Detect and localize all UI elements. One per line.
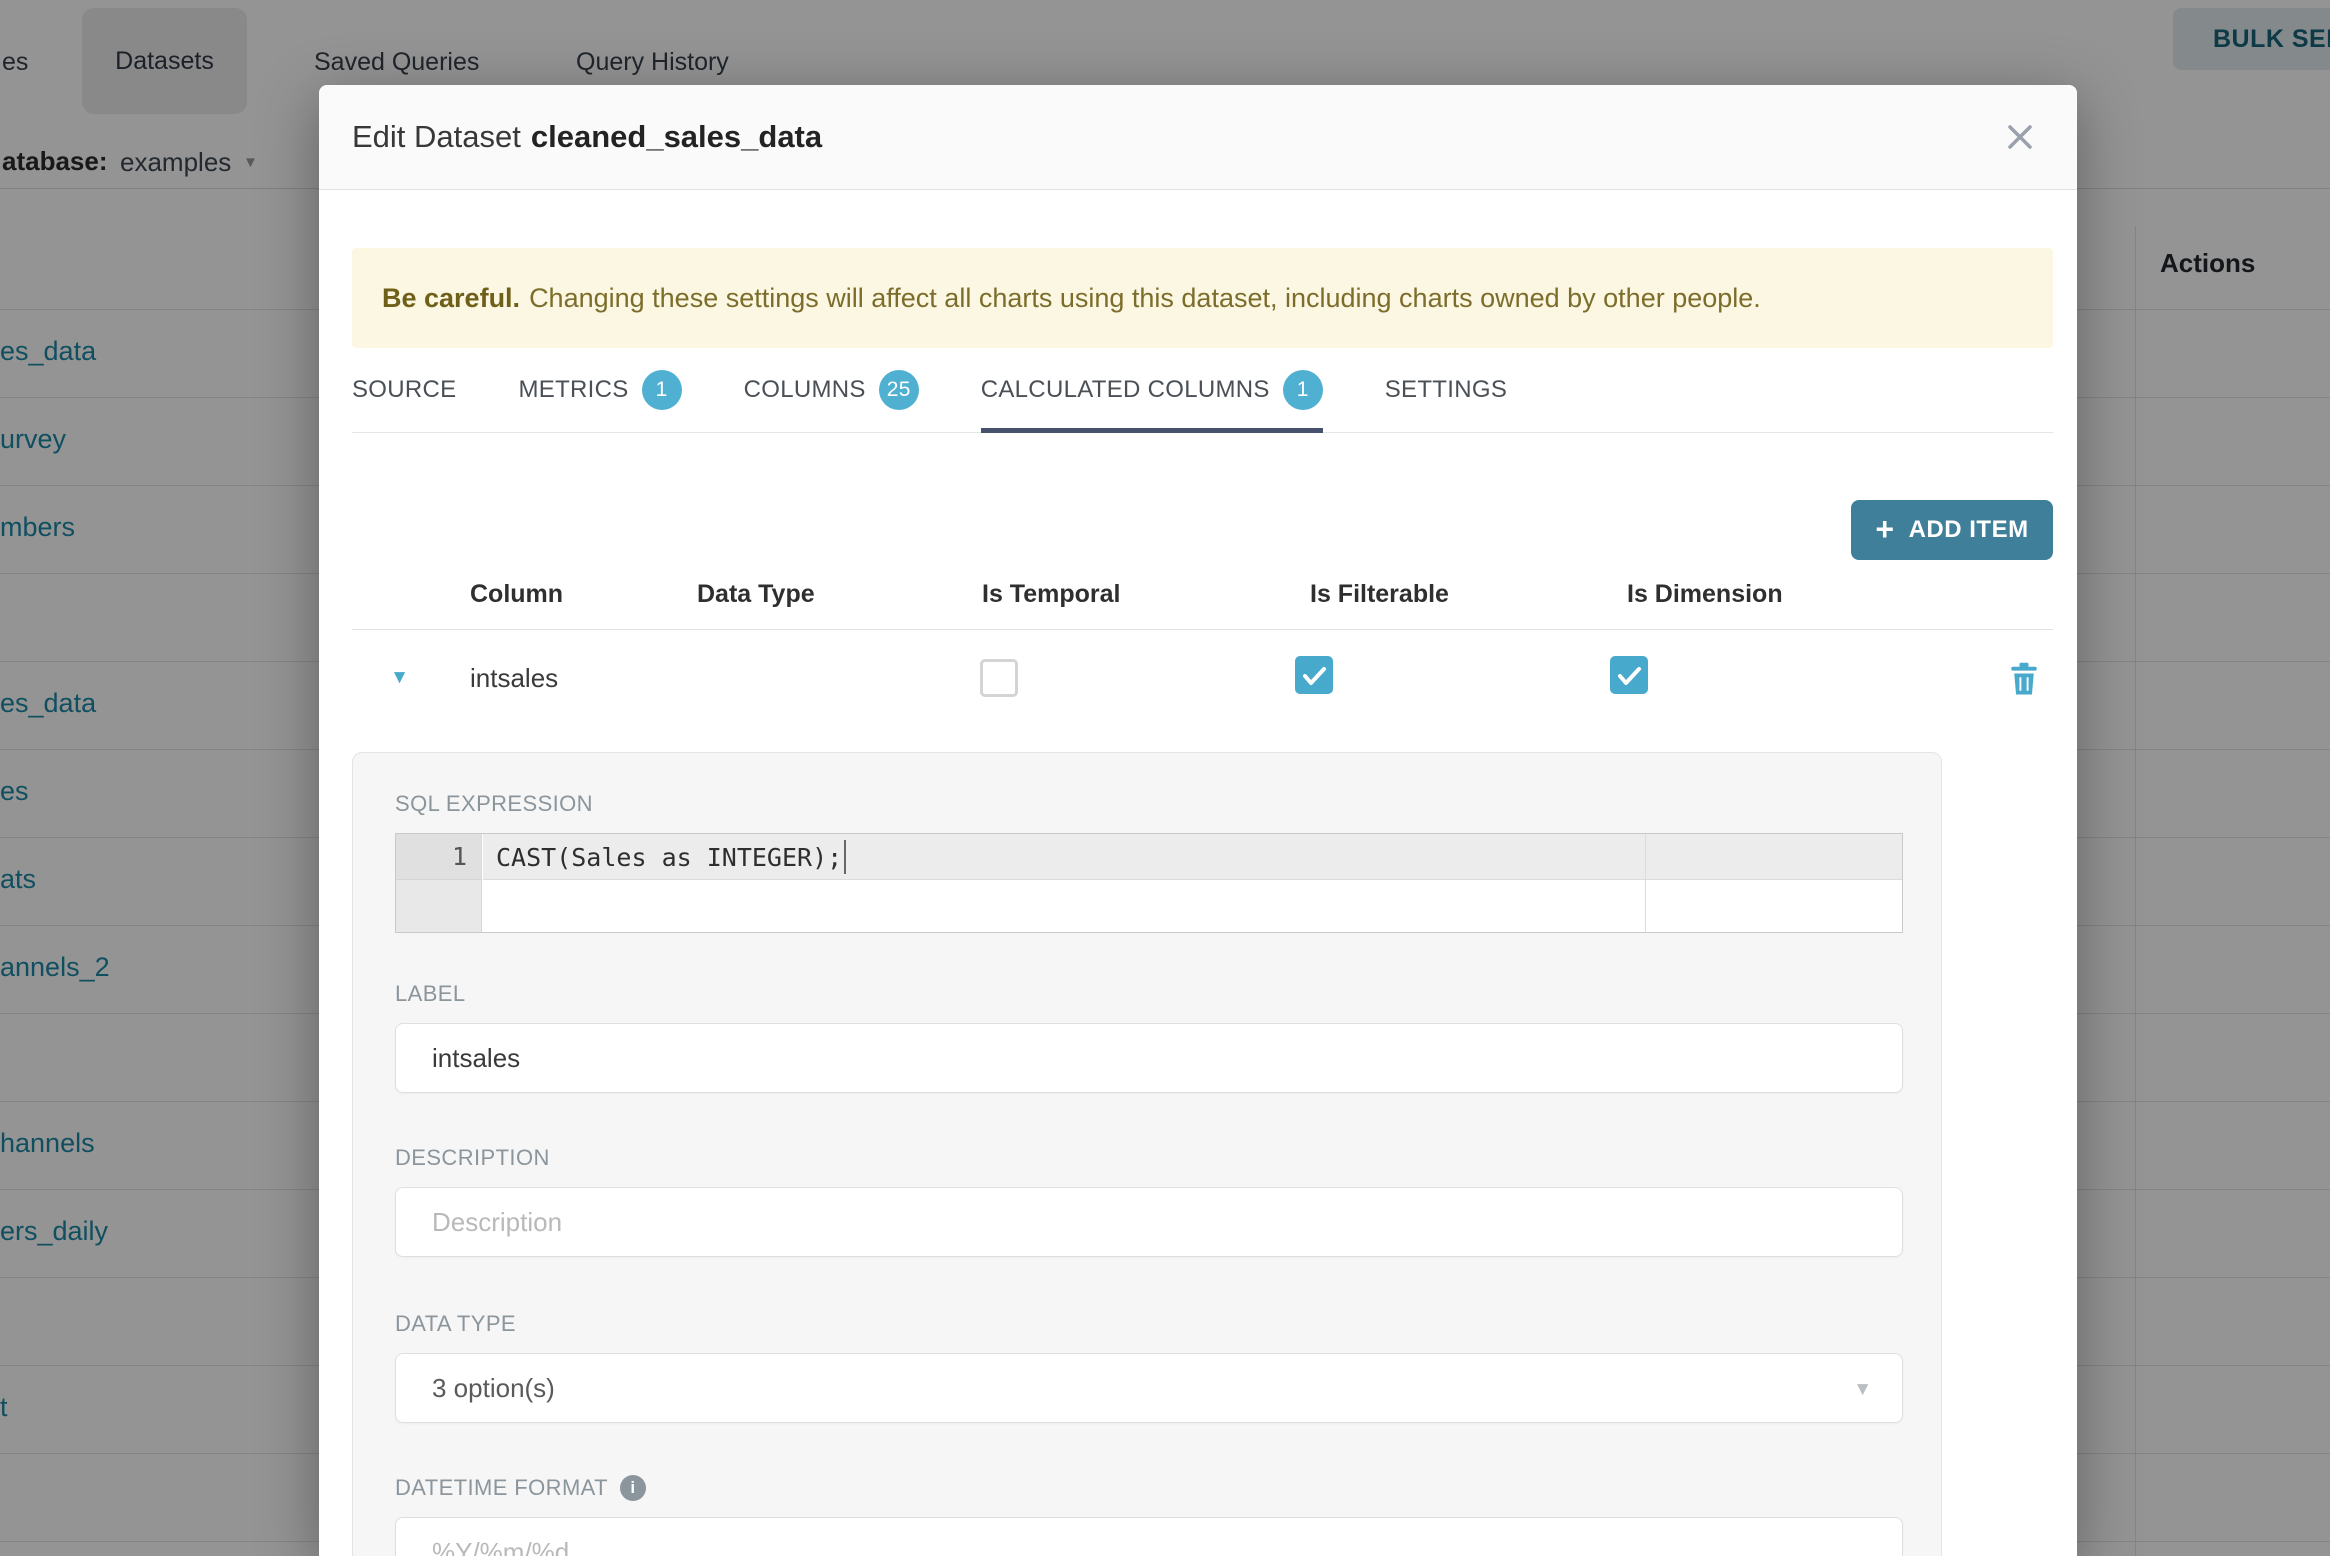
- editor-print-margin: [1645, 834, 1646, 932]
- header-is-dimension: Is Dimension: [1627, 580, 1783, 608]
- warning-bold: Be careful.: [382, 282, 521, 313]
- header-column: Column: [470, 580, 564, 608]
- line-number: 1: [396, 834, 481, 880]
- chevron-down-icon: ▼: [1853, 1379, 1872, 1400]
- tab-columns[interactable]: COLUMNS 25: [744, 348, 919, 432]
- collapse-caret-icon[interactable]: ▼: [390, 667, 409, 689]
- data-type-select[interactable]: 3 option(s) ▼: [395, 1353, 1903, 1423]
- sql-code: CAST(Sales as INTEGER);: [496, 842, 843, 872]
- modal-title-prefix: Edit Dataset: [352, 119, 521, 154]
- tab-label: SOURCE: [352, 376, 457, 403]
- tab-label: SETTINGS: [1384, 376, 1508, 403]
- modal-body: Be careful. Changing these settings will…: [319, 248, 2077, 1556]
- datetime-format-label-text: DATETIME FORMAT: [395, 1475, 608, 1500]
- tab-source[interactable]: SOURCE: [352, 348, 456, 432]
- text-cursor: [844, 840, 847, 874]
- edit-dataset-modal: Edit Dataset cleaned_sales_data Be carefu…: [319, 85, 2077, 1556]
- is-temporal-checkbox[interactable]: [980, 659, 1018, 697]
- dataset-name: cleaned_sales_data: [530, 119, 823, 154]
- close-icon[interactable]: [2000, 117, 2040, 157]
- is-dimension-checkbox[interactable]: [1610, 655, 1648, 701]
- tab-label: COLUMNS: [743, 376, 866, 403]
- calculated-column-detail-panel: SQL EXPRESSION 1 CAST(Sales as INTEGER);…: [352, 752, 1942, 1556]
- datetime-format-input[interactable]: [395, 1517, 1903, 1556]
- modal-tabs: SOURCE METRICS 1 COLUMNS 25 CALCULATED C…: [352, 348, 2053, 433]
- tab-count-badge: 25: [878, 370, 919, 410]
- data-type-value: 3 option(s): [432, 1372, 555, 1403]
- header-data-type: Data Type: [697, 580, 815, 608]
- add-item-label: ADD ITEM: [1908, 516, 2029, 543]
- plus-icon: +: [1875, 510, 1895, 547]
- modal-header: Edit Dataset cleaned_sales_data: [319, 85, 2077, 190]
- data-type-field-label: DATA TYPE: [395, 1311, 516, 1336]
- description-field-label: DESCRIPTION: [395, 1145, 550, 1170]
- tab-calculated-columns[interactable]: CALCULATED COLUMNS 1: [980, 348, 1323, 433]
- sql-expression-label: SQL EXPRESSION: [395, 791, 593, 816]
- is-filterable-checkbox[interactable]: [1295, 655, 1333, 701]
- tab-label: CALCULATED COLUMNS: [980, 376, 1270, 403]
- description-input[interactable]: [395, 1187, 1903, 1257]
- tab-metrics[interactable]: METRICS 1: [518, 348, 682, 432]
- add-item-button[interactable]: + ADD ITEM: [1851, 500, 2053, 560]
- editor-gutter: 1: [396, 834, 482, 932]
- label-input[interactable]: [395, 1023, 1903, 1093]
- tab-label: METRICS: [518, 376, 629, 403]
- columns-table-header: Column Data Type Is Temporal Is Filterab…: [352, 560, 2053, 630]
- datetime-format-field-label: DATETIME FORMAT i: [395, 1475, 1899, 1501]
- tab-settings[interactable]: SETTINGS: [1385, 348, 1507, 432]
- sql-editor[interactable]: 1 CAST(Sales as INTEGER);: [395, 833, 1903, 933]
- info-icon[interactable]: i: [619, 1475, 646, 1501]
- delete-trash-icon[interactable]: [2009, 660, 2039, 696]
- sql-code-line: CAST(Sales as INTEGER);: [496, 834, 847, 880]
- warning-banner: Be careful. Changing these settings will…: [352, 248, 2053, 348]
- tab-count-badge: 1: [641, 370, 682, 410]
- header-is-filterable: Is Filterable: [1310, 580, 1449, 608]
- modal-title: Edit Dataset cleaned_sales_data: [352, 119, 822, 155]
- warning-text: Changing these settings will affect all …: [529, 282, 1761, 313]
- calculated-columns-toolbar: + ADD ITEM: [352, 433, 2053, 560]
- calculated-column-row: ▼ intsales: [352, 630, 2053, 726]
- tab-count-badge: 1: [1282, 370, 1323, 410]
- column-name: intsales: [470, 662, 559, 693]
- header-is-temporal: Is Temporal: [982, 580, 1121, 608]
- label-field-label: LABEL: [395, 981, 466, 1006]
